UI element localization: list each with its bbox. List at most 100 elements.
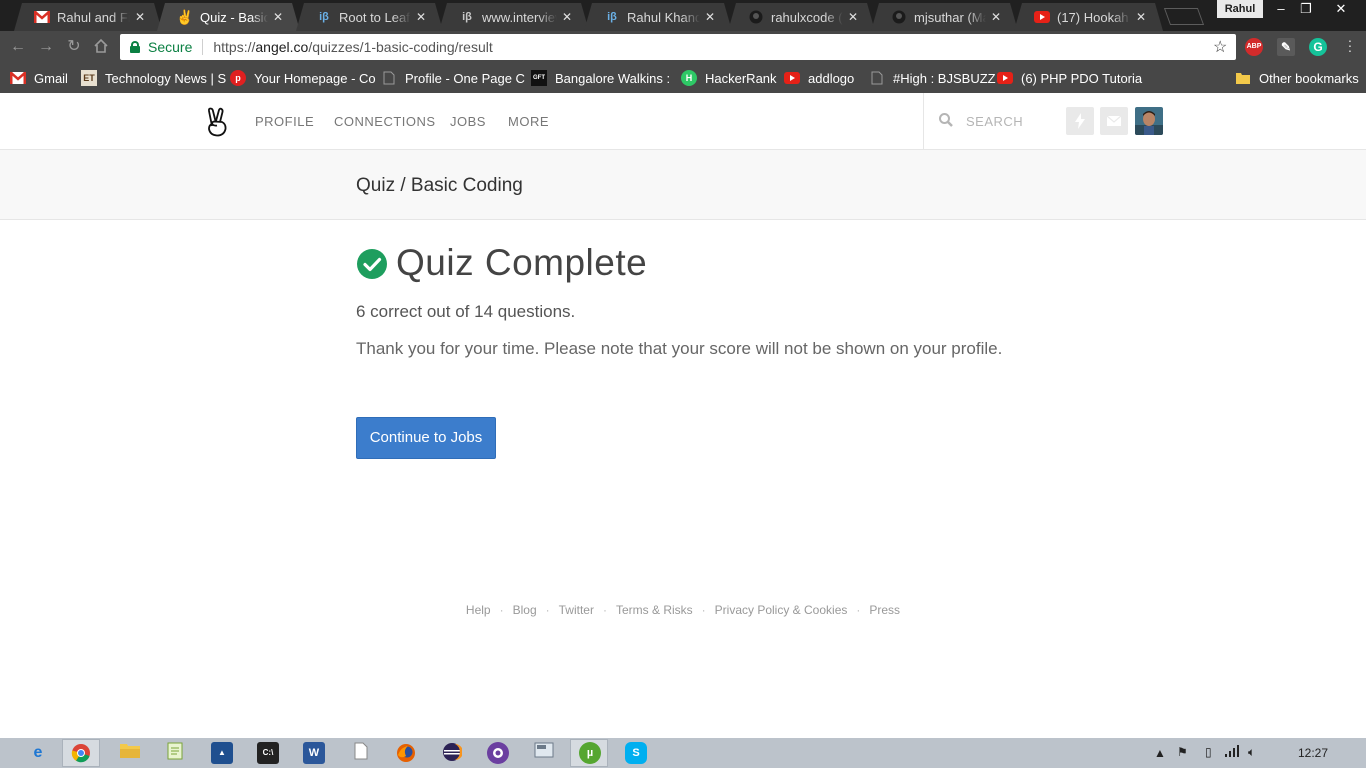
reload-icon[interactable]: ↻ (65, 38, 83, 56)
address-bar[interactable]: Secure https://angel.co/quizzes/1-basic-… (120, 34, 1236, 60)
nav-jobs[interactable]: JOBS (450, 114, 486, 129)
et-icon: ET (81, 70, 97, 86)
restore-icon[interactable]: ❐ (1291, 0, 1321, 20)
bookmark-php-pdo-tutorial[interactable]: (6) PHP PDO Tutoria (997, 70, 1142, 86)
github-desktop-icon[interactable] (487, 742, 509, 764)
back-icon[interactable]: ← (9, 38, 27, 56)
url-host: angel.co (255, 39, 309, 55)
gft-icon: GFT (531, 70, 547, 86)
folder-icon (1235, 70, 1251, 86)
pdf-icon[interactable]: ✎ (1277, 38, 1295, 56)
bookmark-profile-one-page[interactable]: Profile - One Page C (381, 70, 525, 86)
file-explorer-icon[interactable] (119, 742, 141, 764)
profile-name-chip[interactable]: Rahul (1217, 0, 1263, 18)
tray-chevron-icon[interactable]: ▲ (1154, 746, 1166, 760)
close-tab-icon[interactable]: ✕ (411, 10, 431, 24)
messages-envelope-icon[interactable] (1100, 107, 1128, 135)
other-bookmarks[interactable]: Other bookmarks (1235, 70, 1359, 86)
continue-to-jobs-button[interactable]: Continue to Jobs (356, 417, 496, 459)
tab-title: Quiz - Basic Coding (200, 9, 268, 25)
close-tab-icon[interactable]: ✕ (1131, 10, 1151, 24)
address-divider (202, 39, 204, 55)
bookmark-hackerrank[interactable]: H HackerRank (681, 70, 777, 86)
photos-icon[interactable]: ▲ (211, 742, 233, 764)
grammarly-icon[interactable]: G (1309, 38, 1327, 56)
bookmark-label: Profile - One Page C (405, 70, 525, 86)
chrome-icon[interactable] (70, 742, 92, 764)
angellist-logo-icon[interactable] (205, 107, 231, 137)
footer-link-press[interactable]: Press (869, 603, 900, 617)
browser-tab-1[interactable]: ✌ Quiz - Basic Coding ✕ (157, 3, 300, 31)
ib-icon: iβ (319, 11, 329, 23)
footer-separator: · (856, 603, 861, 617)
close-window-icon[interactable]: ✕ (1326, 0, 1356, 20)
close-tab-icon[interactable]: ✕ (843, 10, 863, 24)
word-icon[interactable]: W (303, 742, 325, 764)
search-input[interactable] (966, 111, 1056, 131)
nav-connections[interactable]: CONNECTIONS (334, 114, 436, 129)
close-tab-icon[interactable]: ✕ (986, 10, 1006, 24)
bookmark-addlogo[interactable]: addlogo (784, 70, 854, 86)
bookmark-label: Technology News | S (105, 70, 227, 86)
bookmark-high-bjsbuzz[interactable]: #High : BJSBUZZ (869, 70, 996, 86)
bookmark-label: (6) PHP PDO Tutoria (1021, 70, 1143, 86)
footer-link-blog[interactable]: Blog (513, 603, 537, 617)
flag-icon[interactable]: ⚑ (1177, 745, 1188, 759)
tab-title: Root to Leaf Path (339, 9, 410, 25)
footer-links: Help · Blog · Twitter · Terms & Risks · Privacy … (0, 603, 1366, 617)
skype-icon[interactable]: S (625, 742, 647, 764)
volume-icon[interactable]: 🔈︎ (1248, 745, 1255, 760)
tab-title: (17) Hookah Bar (1057, 9, 1129, 25)
other-bookmarks-label: Other bookmarks (1259, 70, 1359, 86)
firefox-icon[interactable] (395, 742, 417, 764)
pp-icon: p (230, 70, 246, 86)
command-prompt-icon[interactable]: C:\ (257, 742, 279, 764)
browser-tab-5[interactable]: rahulxcode (Rahul) ✕ (728, 3, 875, 31)
calculator-icon[interactable] (533, 742, 555, 764)
close-tab-icon[interactable]: ✕ (130, 10, 150, 24)
footer-link-terms[interactable]: Terms & Risks (616, 603, 693, 617)
browser-tab-4[interactable]: iβ Rahul Khandelwal ✕ (584, 3, 732, 31)
home-icon[interactable] (92, 38, 110, 56)
notepad-icon[interactable] (164, 742, 186, 764)
ib-icon: iβ (462, 11, 472, 23)
signal-icon[interactable] (1225, 745, 1239, 760)
browser-tab-3[interactable]: iβ www.interviewbit ✕ (439, 3, 589, 31)
activity-bolt-icon[interactable] (1066, 107, 1094, 135)
new-tab-button[interactable] (1163, 8, 1205, 25)
check-circle-icon (356, 248, 388, 280)
close-tab-icon[interactable]: ✕ (700, 10, 720, 24)
adblock-plus-icon[interactable]: ABP (1245, 38, 1263, 56)
document-icon[interactable] (350, 742, 372, 764)
browser-tab-2[interactable]: iβ Root to Leaf Path ✕ (296, 3, 443, 31)
url-path: /quizzes/1-basic-coding/result (308, 39, 493, 55)
breadcrumb: Quiz / Basic Coding (356, 175, 523, 196)
browser-tab-7[interactable]: (17) Hookah Bar ✕ (1014, 3, 1163, 31)
youtube-icon (784, 70, 800, 86)
browser-tab-6[interactable]: mjsuthar (Manoj) ✕ (871, 3, 1018, 31)
gmail-icon (34, 9, 50, 25)
nav-profile[interactable]: PROFILE (255, 114, 314, 129)
footer-link-privacy[interactable]: Privacy Policy & Cookies (715, 603, 848, 617)
url-text[interactable]: https://angel.co/quizzes/1-basic-coding/… (213, 39, 492, 55)
close-tab-icon[interactable]: ✕ (557, 10, 577, 24)
bookmark-your-homepage[interactable]: p Your Homepage - Co (230, 70, 376, 86)
internet-explorer-icon[interactable]: e (27, 742, 49, 764)
avatar[interactable] (1135, 107, 1163, 135)
page-icon (869, 70, 885, 86)
bookmark-bangalore-walkins[interactable]: GFT Bangalore Walkins : (531, 70, 670, 86)
forward-icon[interactable]: → (37, 38, 55, 56)
browser-tab-0[interactable]: Rahul and Finom ✕ (14, 3, 162, 31)
footer-link-twitter[interactable]: Twitter (559, 603, 594, 617)
close-tab-icon[interactable]: ✕ (268, 10, 288, 24)
footer-link-help[interactable]: Help (466, 603, 491, 617)
chrome-menu-icon[interactable]: · · · (1347, 33, 1353, 57)
eclipse-icon[interactable] (441, 742, 463, 764)
taskbar-clock[interactable]: 12:27 (1298, 746, 1328, 760)
bookmark-gmail[interactable]: Gmail (10, 70, 68, 86)
bookmark-star-icon[interactable]: ☆ (1213, 37, 1227, 57)
nav-more[interactable]: MORE (508, 114, 549, 129)
bookmark-technology-news[interactable]: ET Technology News | S (81, 70, 226, 86)
battery-icon[interactable]: ▯ (1205, 745, 1212, 759)
utorrent-icon[interactable]: µ (579, 742, 601, 764)
